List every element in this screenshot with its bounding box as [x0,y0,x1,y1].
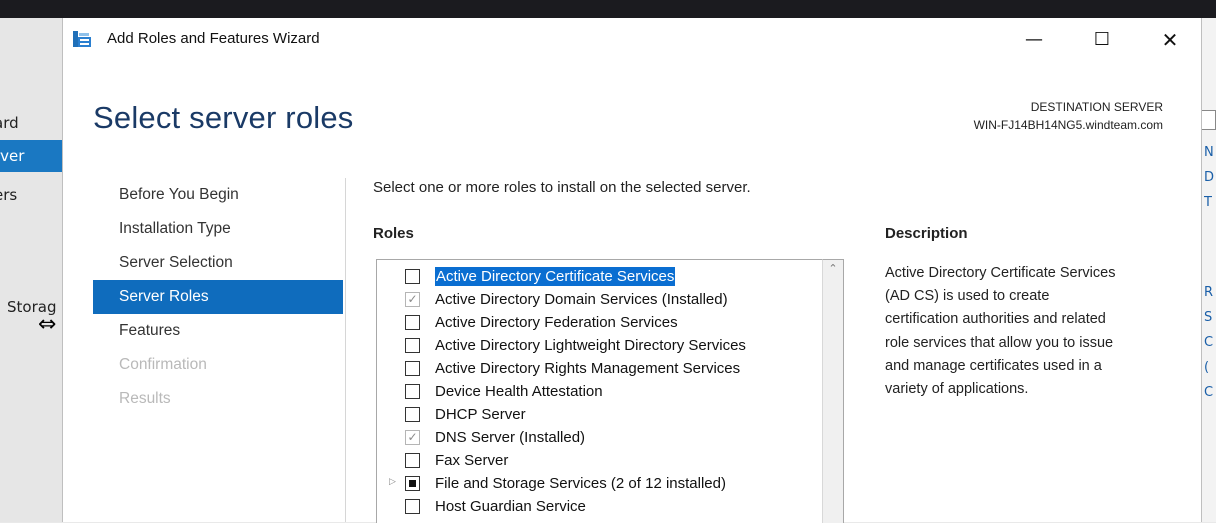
role-checkbox[interactable] [405,361,420,376]
role-label: Active Directory Certificate Services [435,267,676,286]
resize-cursor-icon: ⇔ [38,312,57,337]
description-line: Active Directory Certificate Services [885,265,1116,281]
role-checkbox-installed: ✓ [405,292,420,307]
role-item-ad-federation-services[interactable]: Active Directory Federation Services [377,311,823,334]
role-item-ad-domain-services[interactable]: ✓ Active Directory Domain Services (Inst… [377,288,823,311]
role-item-dns-server[interactable]: ✓ DNS Server (Installed) [377,426,823,449]
server-manager-app-icon [73,31,91,47]
role-checkbox[interactable] [405,384,420,399]
role-label: DNS Server (Installed) [435,429,586,446]
wizard-steps-nav: Before You Begin Installation Type Serve… [93,178,343,416]
description-header: Description [885,225,968,242]
window-titlebar[interactable]: Add Roles and Features Wizard — ☐ ✕ [63,18,1201,62]
role-item-ad-rights-management-services[interactable]: Active Directory Rights Management Servi… [377,357,823,380]
background-nav-item-wizard[interactable]: ard [0,110,62,136]
role-label: Active Directory Domain Services (Instal… [435,291,728,308]
role-label: Active Directory Rights Management Servi… [435,360,741,377]
role-label: Device Health Attestation [435,383,603,400]
roles-list-scrollbar[interactable]: ⌃ [822,259,844,523]
background-nav-item-server[interactable]: rver [0,140,62,172]
destination-server-name: WIN-FJ14BH14NG5.windteam.com [973,118,1163,132]
background-link-fragment[interactable]: C [1204,385,1216,400]
role-checkbox[interactable] [405,269,420,284]
step-results: Results [119,390,171,407]
background-right-pane [1200,18,1216,522]
background-nav-item-servers[interactable]: ers [0,182,62,208]
description-line: certification authorities and related [885,311,1106,328]
role-label: File and Storage Services (2 of 12 insta… [435,475,726,492]
role-label: Fax Server [435,452,509,469]
step-server-roles[interactable]: Server Roles [93,280,343,314]
maximize-button[interactable]: ☐ [1079,18,1125,62]
description-line: role services that allow you to issue [885,334,1114,351]
description-text: Active Directory Certificate Services (A… [885,262,1155,401]
close-button[interactable]: ✕ [1147,18,1193,62]
wizard-window: Add Roles and Features Wizard — ☐ ✕ Sele… [62,18,1202,523]
role-checkbox-partial[interactable] [405,476,420,491]
role-item-host-guardian-service[interactable]: Host Guardian Service [377,495,823,518]
background-window-titlebar [0,0,1216,18]
role-checkbox-installed: ✓ [405,430,420,445]
description-line: (AD CS) is used to create [885,288,1050,305]
instruction-text: Select one or more roles to install on t… [373,179,751,196]
background-link-fragment[interactable]: T [1204,195,1216,210]
step-before-you-begin[interactable]: Before You Begin [93,178,343,212]
window-title: Add Roles and Features Wizard [107,30,320,47]
step-server-selection[interactable]: Server Selection [93,246,343,280]
description-line: and manage certificates used in a [885,357,1102,374]
steps-divider [345,178,346,522]
roles-header: Roles [373,225,414,242]
role-label: DHCP Server [435,406,526,423]
page-title: Select server roles [93,100,354,135]
role-checkbox[interactable] [405,338,420,353]
role-label: Host Guardian Service [435,498,586,515]
role-item-ad-certificate-services[interactable]: Active Directory Certificate Services [377,265,823,288]
background-link-fragment[interactable]: C [1204,335,1216,350]
step-confirmation: Confirmation [119,356,207,373]
background-link-fragment[interactable]: S [1204,310,1216,325]
background-link-fragment[interactable]: N [1204,145,1216,160]
role-label: Active Directory Federation Services [435,314,678,331]
scroll-up-arrow-icon[interactable]: ⌃ [823,262,843,275]
description-line: variety of applications. [885,381,1029,398]
role-label: Active Directory Lightweight Directory S… [435,337,746,354]
minimize-button[interactable]: — [1011,18,1057,62]
roles-list[interactable]: Active Directory Certificate Services ✓ … [376,259,824,523]
background-link-fragment[interactable]: D [1204,170,1216,185]
step-installation-type[interactable]: Installation Type [93,212,343,246]
role-item-fax-server[interactable]: Fax Server [377,449,823,472]
role-item-ad-lightweight-directory-services[interactable]: Active Directory Lightweight Directory S… [377,334,823,357]
role-item-device-health-attestation[interactable]: Device Health Attestation [377,380,823,403]
role-item-file-and-storage-services[interactable]: ▷ File and Storage Services (2 of 12 ins… [377,472,823,495]
role-checkbox[interactable] [405,315,420,330]
background-link-fragment[interactable]: ( [1204,360,1216,375]
role-item-dhcp-server[interactable]: DHCP Server [377,403,823,426]
background-link-fragment[interactable]: R [1204,285,1216,300]
step-features[interactable]: Features [93,314,343,348]
background-left-pane: ard rver ers [0,18,62,522]
background-input-field[interactable] [1200,110,1216,130]
destination-server-label: DESTINATION SERVER [1030,100,1163,114]
expand-arrow-icon[interactable]: ▷ [389,477,396,487]
role-checkbox[interactable] [405,499,420,514]
role-checkbox[interactable] [405,453,420,468]
role-checkbox[interactable] [405,407,420,422]
